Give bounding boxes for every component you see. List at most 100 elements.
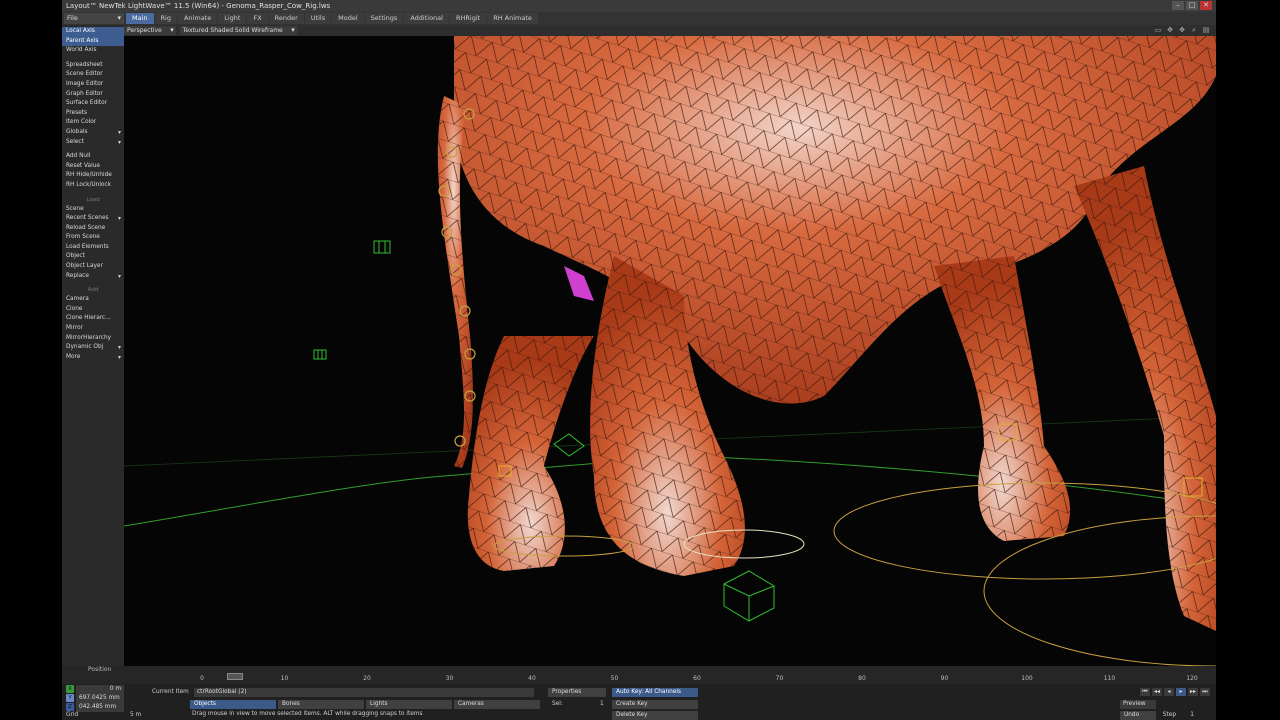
step-label: Step [1162,712,1176,718]
toolbar-item-mirror[interactable]: Mirror [62,324,124,334]
toolbar-item-object-layer[interactable]: Object Layer [62,262,124,272]
timeline-tick-label: 40 [528,675,536,682]
viewport-options-icon[interactable]: ▤ [1202,26,1210,34]
viewport-icons: ▭ ✥ ✥ ⌕ ▤ [1154,26,1210,34]
toolbar-item-local-axis[interactable]: Local Axis [62,27,124,37]
toolbar-item-label: Clone [66,305,83,312]
chevron-down-icon: ▾ [117,128,121,136]
toolbar-item-reload-scene[interactable]: Reload Scene [62,224,124,234]
toolbar-item-mirrorhierarchy[interactable]: MirrorHierarchy [62,334,124,344]
lights-button[interactable]: Lights [366,700,452,709]
tab-additional[interactable]: Additional [404,13,449,24]
toolbar-item-label: Camera [66,296,89,303]
toolbar-item-surface-editor[interactable]: Surface Editor [62,99,124,109]
toolbar-item-rh-lock-unlock[interactable]: RH Lock/Unlock [62,181,124,191]
preview-select[interactable]: Preview [1120,700,1156,709]
toolbar-item-add-null[interactable]: Add Null [62,152,124,162]
toolbar-item-clone[interactable]: Clone [62,305,124,315]
render-mode-select[interactable]: Textured Shaded Solid Wireframe [179,26,297,35]
timeline-tick-label: 120 [1186,675,1198,682]
chevron-down-icon: ▾ [117,215,121,223]
zoom-view-icon[interactable]: ⌕ [1190,26,1198,34]
toolbar-item-load-elements[interactable]: Load Elements [62,243,124,253]
timeline[interactable]: Position 0 10 20 30 40 50 60 70 80 90 100 110 120 [62,666,1216,684]
toolbar-item-label: More [66,353,81,360]
last-frame-button[interactable]: ⏭ [1200,688,1210,696]
objects-button[interactable]: Objects [190,700,276,709]
toolbar-item-from-scene[interactable]: From Scene [62,233,124,243]
delete-key-button[interactable]: Delete Key [612,711,698,720]
toolbar-item-dynamic-obj[interactable]: Dynamic Obj ▾ [62,343,124,353]
tab-rh-animate[interactable]: RH Animate [487,13,538,24]
toolbar-item-item-color[interactable]: Item Color [62,118,124,128]
tab-rhrigit[interactable]: RHRigit [449,13,487,24]
toolbar-item-rh-hide-unhide[interactable]: RH Hide/Unhide [62,171,124,181]
first-frame-button[interactable]: ⏮ [1140,688,1150,696]
toolbar-item-more[interactable]: More ▾ [62,353,124,363]
timeline-tick-label: 30 [445,675,454,682]
properties-button[interactable]: Properties [548,688,606,697]
toolbar-item-select[interactable]: Select ▾ [62,138,124,148]
x-position-field[interactable]: 0 m [76,685,124,694]
toolbar-item-label: Reset Value [66,162,100,169]
toolbar-item-recent-scenes[interactable]: Recent Scenes ▾ [62,214,124,224]
z-axis-label[interactable]: Z [66,703,74,711]
z-position-field[interactable]: 042.485 mm [76,703,124,712]
tab-fx[interactable]: FX [247,13,268,24]
toolbar-item-label: MirrorHierarchy [66,334,112,341]
y-axis-label[interactable]: Y [66,694,74,702]
create-key-button[interactable]: Create Key [612,700,698,709]
toolbar-item-label: Scene [66,205,84,212]
toolbar-item-label: Globals [66,128,88,135]
rotate-view-icon[interactable]: ✥ [1178,26,1186,34]
toolbar-item-globals[interactable]: Globals ▾ [62,128,124,138]
x-axis-label[interactable]: X [66,685,74,693]
toolbar-item-camera[interactable]: Camera [62,295,124,305]
timeline-tick-label: 20 [363,675,371,682]
tab-settings[interactable]: Settings [364,13,404,24]
move-view-icon[interactable]: ✥ [1166,26,1174,34]
tab-light[interactable]: Light [218,13,247,24]
frame-slider-handle[interactable] [227,673,243,680]
tab-utils[interactable]: Utils [304,13,332,24]
3d-viewport[interactable] [124,36,1216,666]
undo-button[interactable]: Undo [1120,711,1156,720]
timeline-tick-label: 80 [858,675,866,682]
toolbar-item-label: Object [66,253,85,260]
timeline-tick-label: 60 [693,675,701,682]
tab-animate[interactable]: Animate [177,13,218,24]
toolbar-item-parent-axis[interactable]: Parent Axis [62,36,124,47]
tab-model[interactable]: Model [332,13,364,24]
tab-rig[interactable]: Rig [154,13,177,24]
toolbar-item-image-editor[interactable]: Image Editor [62,80,124,90]
chevron-down-icon: ▾ [117,272,121,280]
tab-main[interactable]: Main [126,13,154,24]
maximize-button[interactable]: □ [1186,1,1198,10]
prev-key-button[interactable]: ◂◂ [1152,688,1162,696]
file-menu[interactable]: File [64,13,124,24]
close-button[interactable]: ✕ [1200,1,1212,10]
toolbar-item-presets[interactable]: Presets [62,109,124,119]
maximize-viewport-icon[interactable]: ▭ [1154,26,1162,34]
play-reverse-button[interactable]: ◂ [1164,688,1174,696]
toolbar-item-replace[interactable]: Replace ▾ [62,272,124,282]
bones-button[interactable]: Bones [278,700,364,709]
next-key-button[interactable]: ▸▸ [1188,688,1198,696]
minimize-button[interactable]: – [1172,1,1184,10]
left-toolbar: Local Axis Parent Axis World Axis Spreadshe… [62,25,124,665]
toolbar-item-graph-editor[interactable]: Graph Editor [62,90,124,100]
play-button[interactable]: ▸ [1176,688,1186,696]
toolbar-item-scene-editor[interactable]: Scene Editor [62,70,124,80]
toolbar-item-spreadsheet[interactable]: Spreadsheet [62,61,124,71]
toolbar-item-reset-value[interactable]: Reset Value [62,162,124,172]
toolbar-item-scene[interactable]: Scene [62,205,124,215]
toolbar-item-object[interactable]: Object [62,252,124,262]
toolbar-item-world-axis[interactable]: World Axis [62,46,124,56]
view-mode-select[interactable]: Perspective [124,26,176,35]
auto-key-button[interactable]: Auto Key: All Channels [612,688,698,697]
tab-render[interactable]: Render [268,13,304,24]
current-item-select[interactable]: ctrRootGlobal (2) [194,688,534,697]
y-position-field[interactable]: 697.0425 mm [76,694,124,703]
toolbar-item-clone-hierarc-[interactable]: Clone Hierarc... [62,314,124,324]
cameras-button[interactable]: Cameras [454,700,540,709]
